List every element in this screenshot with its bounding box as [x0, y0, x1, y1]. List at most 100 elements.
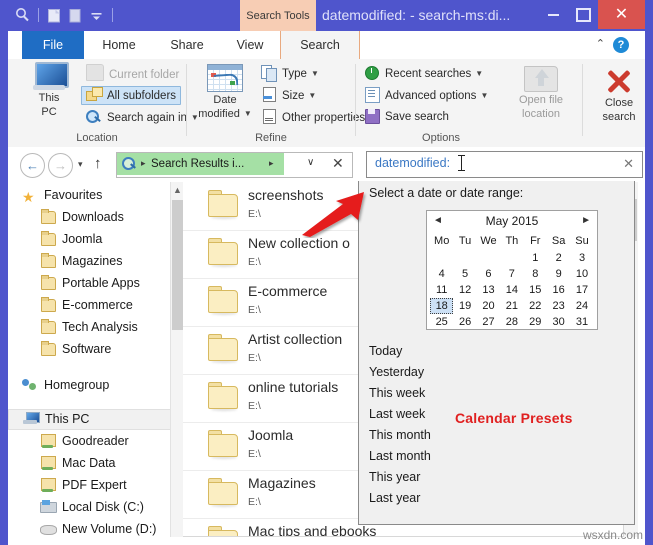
address-bar[interactable]: ▸ Search Results i... ▸ ∨ ✕: [116, 152, 353, 178]
calendar-day-19[interactable]: 19: [453, 298, 476, 314]
sidebar-item-magazines[interactable]: Magazines: [8, 251, 122, 272]
recent-locations-icon[interactable]: ▾: [78, 159, 83, 170]
calendar-day-12[interactable]: 12: [453, 282, 476, 298]
tab-view[interactable]: View: [220, 31, 280, 59]
calendar-day-3[interactable]: 3: [570, 250, 593, 266]
contextual-tab-search-tools[interactable]: Search Tools: [240, 0, 316, 31]
calendar-day-10[interactable]: 10: [570, 266, 593, 282]
preset-this-week[interactable]: This week: [369, 383, 431, 404]
tab-share[interactable]: Share: [154, 31, 220, 59]
sidebar-item-mac-data[interactable]: Mac Data: [8, 453, 116, 474]
calendar-day-27[interactable]: 27: [477, 314, 500, 330]
size-filter-button[interactable]: Size▼: [261, 86, 316, 105]
clear-search-icon[interactable]: ✕: [623, 156, 634, 172]
calendar-day-2[interactable]: 2: [547, 250, 570, 266]
calendar-month-label[interactable]: May 2015: [427, 214, 597, 228]
recent-searches-button[interactable]: Recent searches▼: [364, 64, 483, 83]
close-search-button[interactable]: Close search: [591, 67, 647, 123]
calendar-day-17[interactable]: 17: [570, 282, 593, 298]
sidebar-item-this-pc[interactable]: This PC: [8, 409, 178, 430]
sidebar-item-goodreader[interactable]: Goodreader: [8, 431, 129, 452]
calendar-day-25[interactable]: 25: [430, 314, 453, 330]
sidebar-item-tech-analysis[interactable]: Tech Analysis: [8, 317, 138, 338]
up-button[interactable]: ↑: [94, 155, 102, 172]
calendar-day-22[interactable]: 22: [524, 298, 547, 314]
new-folder-icon[interactable]: [46, 7, 63, 24]
calendar-day-13[interactable]: 13: [477, 282, 500, 298]
stop-refresh-icon[interactable]: ✕: [332, 155, 344, 172]
folder-green-icon: [40, 433, 56, 448]
sidebar-item-portable-apps[interactable]: Portable Apps: [8, 273, 140, 294]
date-modified-label-line2: modified▼: [195, 108, 255, 120]
minimize-button[interactable]: [538, 0, 568, 29]
calendar-day-8[interactable]: 8: [524, 266, 547, 282]
navigation-scrollbar[interactable]: ▲: [170, 182, 184, 537]
tab-file[interactable]: File: [22, 31, 84, 59]
sidebar-item-homegroup[interactable]: Homegroup: [8, 375, 109, 396]
sidebar-item-software[interactable]: Software: [8, 339, 111, 360]
forward-button[interactable]: →: [48, 153, 73, 178]
calendar-day-30[interactable]: 30: [547, 314, 570, 330]
sidebar-item-downloads[interactable]: Downloads: [8, 207, 124, 228]
calendar-widget[interactable]: ◄ May 2015 ► MoTuWeThFrSaSu....123456789…: [426, 210, 598, 330]
calendar-day-24[interactable]: 24: [570, 298, 593, 314]
preset-last-year[interactable]: Last year: [369, 488, 431, 509]
sidebar-item-local-disk-c[interactable]: Local Disk (C:): [8, 497, 144, 518]
collapse-ribbon-icon[interactable]: ⌃: [596, 37, 605, 50]
calendar-day-6[interactable]: 6: [477, 266, 500, 282]
calendar-day-7[interactable]: 7: [500, 266, 523, 282]
type-filter-button[interactable]: Type▼: [261, 64, 319, 83]
scrollbar-thumb[interactable]: [172, 200, 183, 330]
preset-this-year[interactable]: This year: [369, 467, 431, 488]
back-button[interactable]: ←: [20, 153, 45, 178]
calendar-day-28[interactable]: 28: [500, 314, 523, 330]
search-again-in-button[interactable]: Search again in▼: [86, 108, 199, 127]
calendar-day-21[interactable]: 21: [500, 298, 523, 314]
date-modified-button[interactable]: Date modified▼: [195, 64, 255, 120]
calendar-day-11[interactable]: 11: [430, 282, 453, 298]
sidebar-item-favourites[interactable]: ★Favourites: [8, 185, 102, 206]
search-input[interactable]: datemodified: ✕: [366, 151, 643, 178]
sidebar-item-new-volume-d[interactable]: New Volume (D:): [8, 519, 156, 537]
preset-this-month[interactable]: This month: [369, 425, 431, 446]
customize-dropdown-icon[interactable]: [88, 7, 105, 24]
breadcrumb[interactable]: Search Results i...: [151, 156, 244, 173]
save-search-button[interactable]: Save search: [364, 108, 449, 127]
current-folder-button[interactable]: Current folder: [86, 64, 179, 83]
search-icon[interactable]: [14, 7, 31, 24]
this-pc-button[interactable]: This PC: [22, 62, 76, 118]
tab-home[interactable]: Home: [84, 31, 154, 59]
maximize-button[interactable]: [568, 0, 598, 29]
calendar-day-1[interactable]: 1: [524, 250, 547, 266]
calendar-day-26[interactable]: 26: [453, 314, 476, 330]
preset-last-month[interactable]: Last month: [369, 446, 431, 467]
calendar-day-15[interactable]: 15: [524, 282, 547, 298]
calendar-day-31[interactable]: 31: [570, 314, 593, 330]
calendar-day-4[interactable]: 4: [430, 266, 453, 282]
all-subfolders-button[interactable]: All subfolders: [81, 86, 181, 105]
preset-last-week[interactable]: Last week: [369, 404, 431, 425]
calendar-next-icon[interactable]: ►: [581, 215, 591, 226]
calendar-day-5[interactable]: 5: [453, 266, 476, 282]
calendar-day-20[interactable]: 20: [477, 298, 500, 314]
properties-icon[interactable]: [67, 7, 84, 24]
help-icon[interactable]: ?: [613, 37, 629, 53]
preset-yesterday[interactable]: Yesterday: [369, 362, 431, 383]
address-dropdown-icon[interactable]: ∨: [307, 157, 314, 168]
calendar-day-9[interactable]: 9: [547, 266, 570, 282]
close-button[interactable]: ✕: [598, 0, 645, 29]
breadcrumb-chevron-icon[interactable]: ▸: [269, 158, 274, 169]
sidebar-item-pdf-expert[interactable]: PDF Expert: [8, 475, 127, 496]
open-file-location-button[interactable]: Open file location: [511, 62, 571, 120]
calendar-day-23[interactable]: 23: [547, 298, 570, 314]
sidebar-item-joomla[interactable]: Joomla: [8, 229, 102, 250]
advanced-options-button[interactable]: Advanced options▼: [364, 86, 488, 105]
preset-today[interactable]: Today: [369, 341, 431, 362]
calendar-day-16[interactable]: 16: [547, 282, 570, 298]
calendar-day-14[interactable]: 14: [500, 282, 523, 298]
calendar-day-29[interactable]: 29: [524, 314, 547, 330]
scroll-up-icon[interactable]: ▲: [173, 185, 182, 195]
tab-search[interactable]: Search: [280, 31, 360, 60]
sidebar-item-e-commerce[interactable]: E-commerce: [8, 295, 133, 316]
calendar-day-18[interactable]: 18: [430, 298, 453, 314]
